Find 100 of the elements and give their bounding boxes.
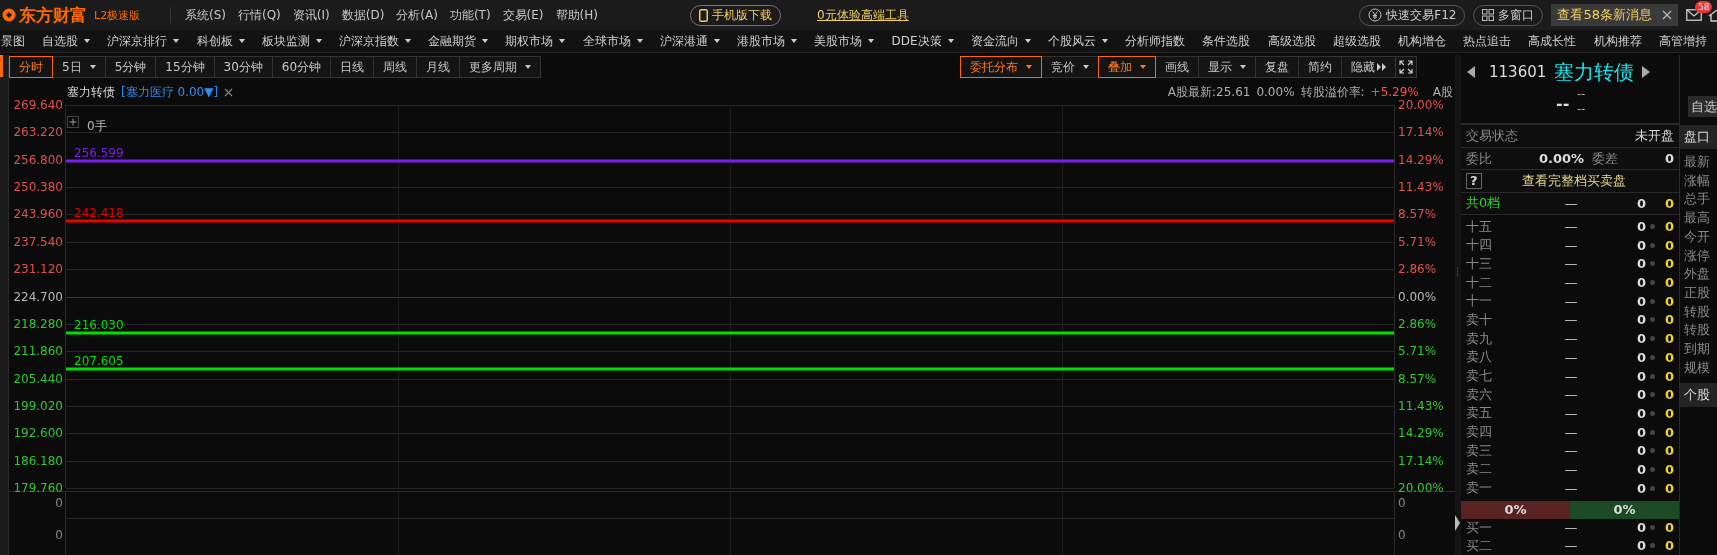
chart-tool-button[interactable]: 复盘 bbox=[1255, 56, 1299, 78]
chart-tool-button[interactable]: 叠加 bbox=[1098, 56, 1156, 78]
menu-item[interactable]: 功能(T) bbox=[449, 6, 491, 24]
level-price: — bbox=[1563, 219, 1579, 235]
double-chevron-icon bbox=[1377, 63, 1386, 71]
watchlist-button[interactable]: 自选 bbox=[1688, 96, 1717, 117]
level-volume: 0 bbox=[1635, 219, 1646, 235]
price-tick-label: 224.700 bbox=[13, 289, 63, 304]
level-count: 0 bbox=[1663, 424, 1674, 440]
chart-tool-button[interactable]: 委托分布 bbox=[960, 56, 1042, 78]
level-volume: 0 bbox=[1635, 293, 1646, 309]
nav-item[interactable]: 分析师指数 bbox=[1125, 32, 1186, 50]
percent-tick-label: 8.57% bbox=[1398, 207, 1437, 222]
chart-tool-button[interactable]: 显示 bbox=[1198, 56, 1256, 78]
nav-item[interactable]: 沪深京指数 bbox=[339, 32, 411, 50]
dot-icon bbox=[1649, 485, 1655, 491]
nav-item[interactable]: 全球市场 bbox=[582, 32, 643, 50]
close-icon[interactable] bbox=[1662, 10, 1672, 20]
period-tab[interactable]: 15分钟 bbox=[155, 56, 215, 78]
nav-item[interactable]: 高级选股 bbox=[1267, 32, 1316, 50]
level-price: — bbox=[1563, 443, 1579, 459]
close-icon[interactable] bbox=[224, 87, 234, 97]
nav-item[interactable]: 热点追击 bbox=[1463, 32, 1512, 50]
bond-code: 113601 bbox=[1489, 63, 1547, 81]
level-price: — bbox=[1563, 462, 1579, 477]
menu-item[interactable]: 行情(Q) bbox=[238, 6, 281, 24]
nav-item[interactable]: 沪深港通 bbox=[659, 32, 720, 50]
nav-item[interactable]: 期权市场 bbox=[505, 32, 566, 50]
nav-item[interactable]: 景图 bbox=[1, 32, 25, 50]
field-label: 外盘 bbox=[1684, 265, 1711, 284]
nav-item[interactable]: 自选股 bbox=[42, 32, 91, 50]
period-tab[interactable]: 分时 bbox=[9, 56, 53, 78]
chart-title: 塞力转债 bbox=[67, 83, 115, 101]
menu-item[interactable]: 分析(A) bbox=[396, 6, 438, 24]
menu-item[interactable]: 交易(E) bbox=[502, 6, 544, 24]
nav-item[interactable]: 金融期货 bbox=[428, 32, 489, 50]
period-tab[interactable]: 30分钟 bbox=[213, 56, 273, 78]
panel-tab[interactable]: 个股 bbox=[1680, 383, 1717, 408]
level-price: — bbox=[1563, 538, 1579, 554]
dot-icon bbox=[1649, 224, 1655, 230]
nav-item[interactable]: 高管增持 bbox=[1658, 32, 1707, 50]
caret-icon bbox=[482, 39, 489, 43]
level-label: 买一 bbox=[1466, 518, 1493, 537]
menu-item[interactable]: 数据(D) bbox=[341, 6, 385, 24]
nav-item[interactable]: 板块监测 bbox=[261, 32, 322, 50]
promo-link[interactable]: 0元体验高端工具 bbox=[817, 6, 909, 24]
grip-icon[interactable] bbox=[1456, 267, 1459, 277]
menu-item[interactable]: 资讯(I) bbox=[292, 6, 330, 24]
nav-item[interactable]: 沪深京排行 bbox=[107, 32, 180, 50]
add-icon[interactable] bbox=[67, 115, 79, 128]
ratio-value: 0.00% bbox=[1538, 151, 1585, 167]
level-label: 卖二 bbox=[1466, 460, 1493, 479]
caret-icon bbox=[173, 39, 180, 43]
period-tab[interactable]: 更多周期 bbox=[459, 56, 542, 78]
level-volume: 0 bbox=[1635, 237, 1646, 253]
chart-tool-button[interactable]: 简约 bbox=[1298, 56, 1342, 78]
period-tab[interactable]: 5分钟 bbox=[104, 56, 157, 78]
percent-tick-label: 14.29% bbox=[1398, 426, 1444, 441]
nav-item[interactable]: 条件选股 bbox=[1202, 32, 1251, 50]
percent-tick-label: 20.00% bbox=[1398, 98, 1444, 112]
overlay-stock[interactable]: [塞力医疗 0.00▼] bbox=[121, 83, 219, 101]
help-button[interactable]: ? bbox=[1466, 173, 1482, 189]
nav-item[interactable]: 资金流向 bbox=[970, 32, 1031, 50]
period-tab[interactable]: 月线 bbox=[416, 56, 461, 78]
chart-tool-button[interactable]: 隐藏 bbox=[1341, 56, 1396, 78]
menu-item[interactable]: 帮助(H) bbox=[555, 6, 598, 24]
nav-item[interactable]: 港股市场 bbox=[737, 32, 798, 50]
period-tab[interactable]: 60分钟 bbox=[271, 56, 332, 78]
next-arrow-icon[interactable] bbox=[1642, 66, 1651, 78]
period-tab[interactable]: 5日 bbox=[52, 56, 106, 78]
period-tab[interactable]: 周线 bbox=[373, 56, 418, 78]
nav-item[interactable]: 美股市场 bbox=[814, 32, 875, 50]
mail-icon[interactable] bbox=[1686, 9, 1702, 21]
previous-arrow-icon[interactable] bbox=[1467, 66, 1475, 78]
nav-item[interactable]: 个股风云 bbox=[1047, 32, 1108, 50]
nav-item[interactable]: 高成长性 bbox=[1528, 32, 1577, 50]
fullscreen-button[interactable] bbox=[1395, 56, 1417, 78]
nav-item[interactable]: DDE决策 bbox=[891, 32, 954, 50]
period-tab[interactable]: 日线 bbox=[330, 56, 375, 78]
chart-tool-button[interactable]: 画线 bbox=[1155, 56, 1199, 78]
level-count: 0 bbox=[1663, 349, 1674, 365]
full-depth-link[interactable]: 查看完整档买卖盘 bbox=[1521, 172, 1626, 190]
level-volume: 0 bbox=[1635, 349, 1646, 365]
level-price: — bbox=[1563, 424, 1579, 440]
price-tick-label: 237.540 bbox=[13, 234, 63, 249]
message-notice[interactable]: 查看58条新消息 bbox=[1551, 4, 1678, 26]
nav-item[interactable]: 科创板 bbox=[196, 32, 245, 50]
nav-item[interactable]: 超级选股 bbox=[1332, 32, 1381, 50]
level-price: — bbox=[1563, 331, 1579, 347]
grid-icon bbox=[1482, 9, 1495, 21]
menu-item[interactable]: 系统(S) bbox=[185, 6, 226, 24]
nav-item[interactable]: 机构增仓 bbox=[1397, 32, 1446, 50]
home-icon[interactable] bbox=[1708, 8, 1717, 22]
price-tick-label: 186.180 bbox=[13, 453, 63, 468]
chart-tool-button[interactable]: 竞价 bbox=[1041, 56, 1099, 78]
panel-tab[interactable]: 盘口 bbox=[1680, 125, 1717, 149]
level-count: 0 bbox=[1663, 368, 1674, 384]
collapse-arrow-icon[interactable] bbox=[1455, 515, 1460, 531]
nav-item[interactable]: 机构推荐 bbox=[1593, 32, 1642, 50]
level-price: — bbox=[1563, 275, 1579, 291]
